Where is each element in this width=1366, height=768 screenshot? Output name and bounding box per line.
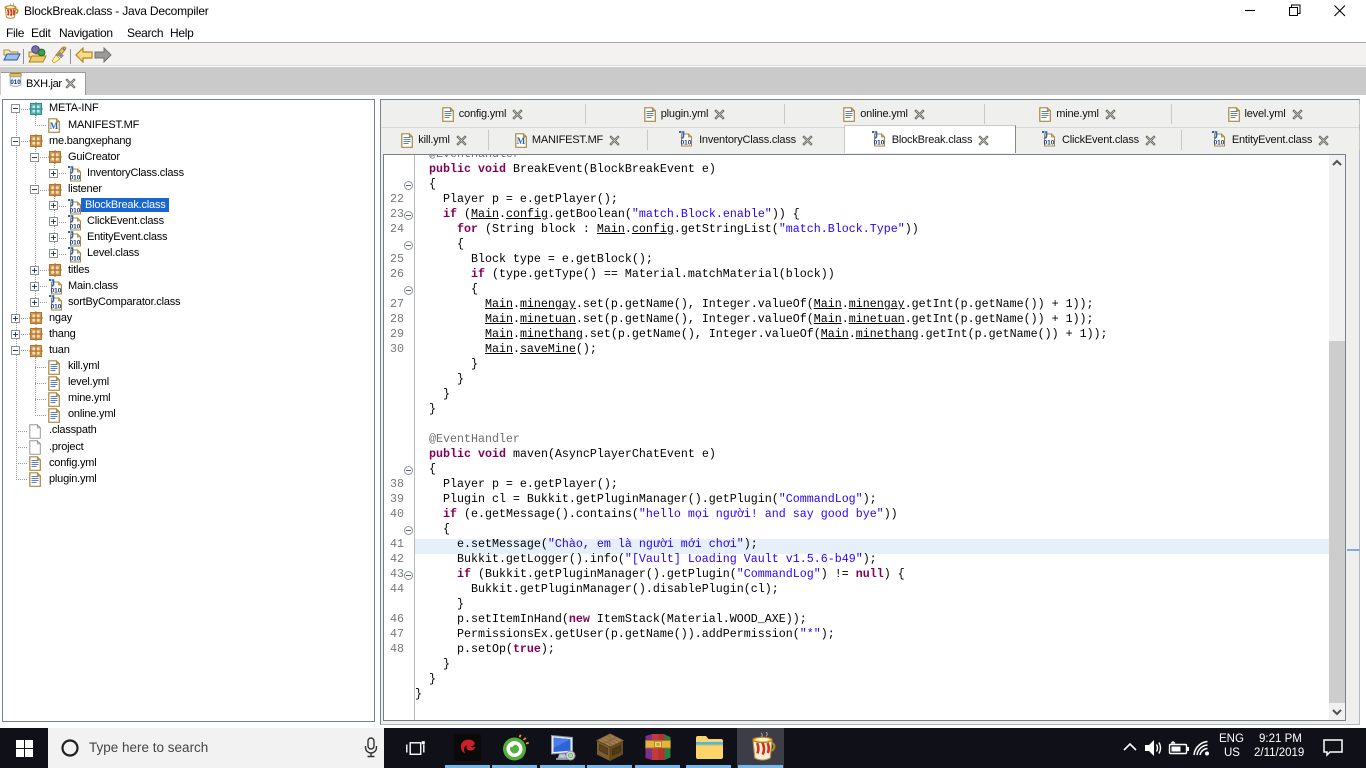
svg-text:010: 010	[681, 140, 692, 147]
svg-text:010: 010	[70, 239, 81, 246]
svg-text:010: 010	[70, 207, 81, 214]
svg-text:010: 010	[873, 140, 884, 147]
svg-text:010: 010	[51, 288, 62, 295]
svg-text:010: 010	[51, 304, 62, 311]
svg-text:010: 010	[70, 175, 81, 182]
svg-text:010: 010	[1213, 140, 1224, 147]
svg-text:010: 010	[70, 255, 81, 262]
svg-text:010: 010	[1044, 140, 1055, 147]
svg-text:M: M	[517, 136, 526, 146]
svg-text:010: 010	[10, 79, 21, 86]
svg-text:M: M	[50, 121, 59, 131]
svg-text:010: 010	[70, 223, 81, 230]
